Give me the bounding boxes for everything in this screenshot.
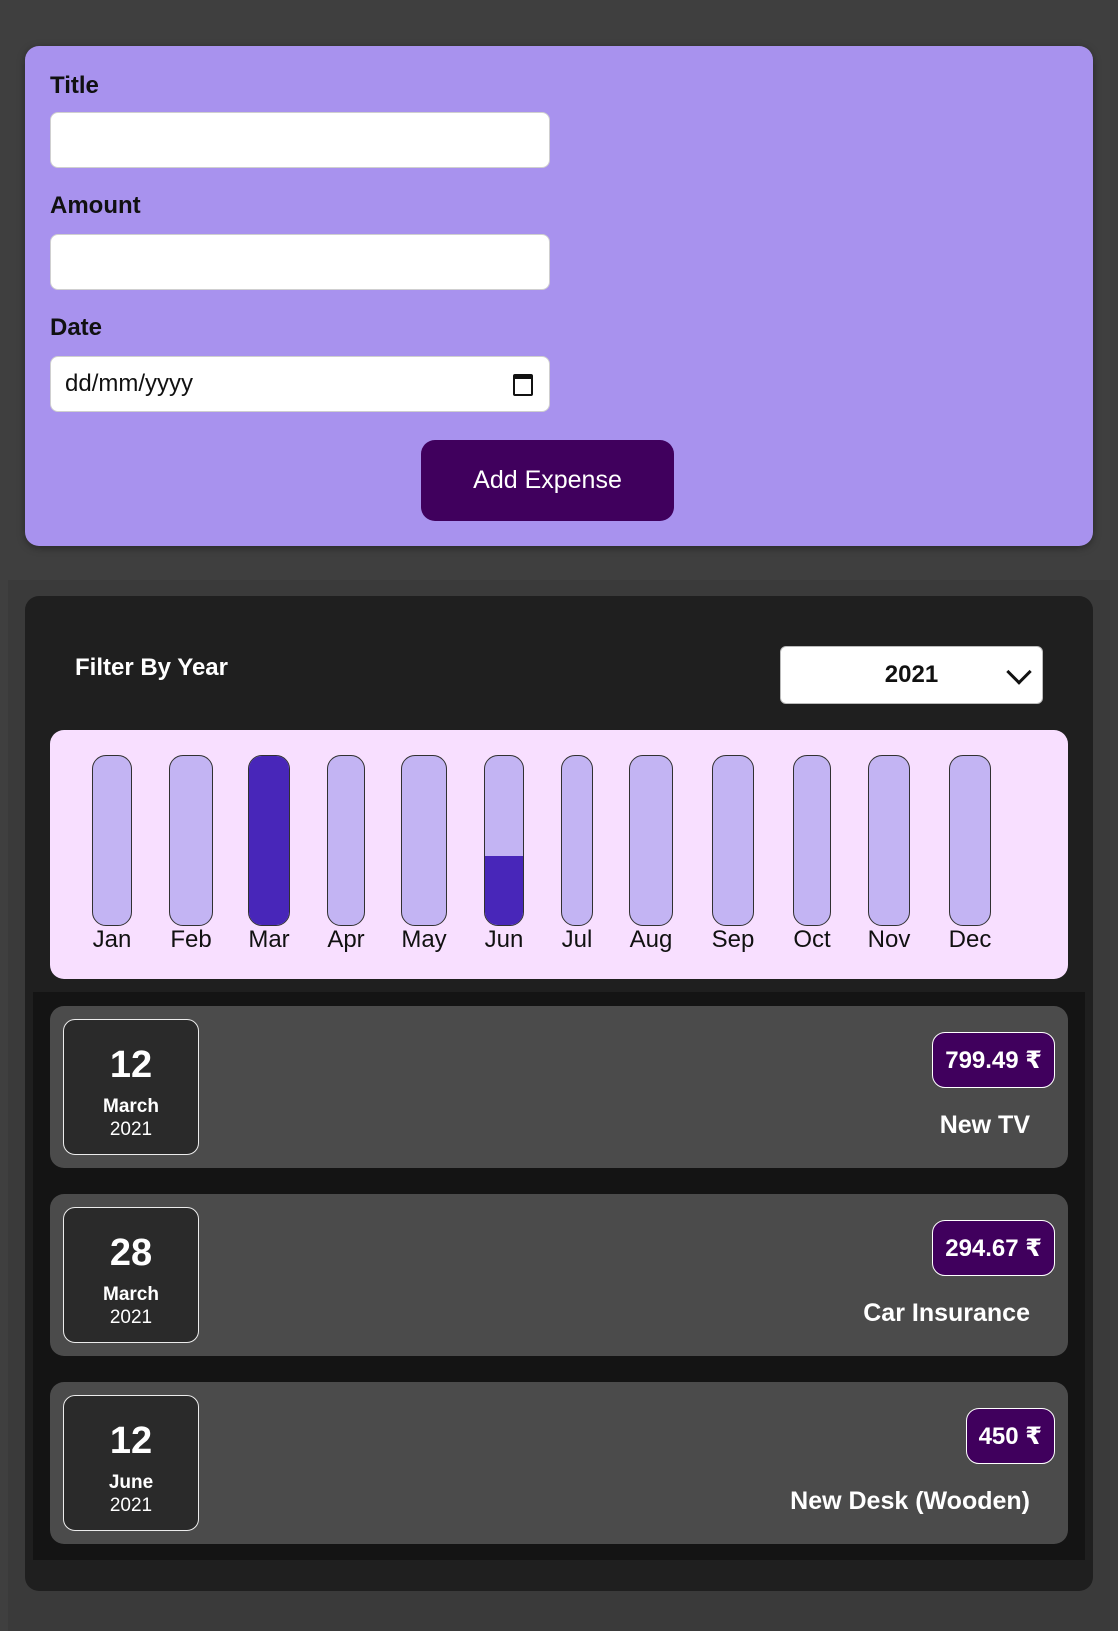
chart-bar-fill: [249, 756, 289, 925]
expenses-chart: Jan Feb Mar Apr May Jun Jul Aug Sep Oct Nov Dec: [50, 730, 1068, 979]
chart-bar-track: [248, 755, 290, 926]
year-filter-value: 2021: [884, 661, 939, 688]
expense-item: 12 March 2021 799.49 ₹ New TV: [50, 1006, 1068, 1168]
calendar-icon[interactable]: [513, 374, 533, 396]
expense-price-badge: 294.67 ₹: [932, 1220, 1055, 1276]
expenses-card: Filter By Year 2021 Jan Feb Mar Apr May Jun Ju…: [25, 596, 1093, 1591]
chart-bar-track: [169, 755, 213, 926]
title-input[interactable]: [50, 112, 550, 168]
expense-date-year: 2021: [109, 1495, 153, 1516]
expense-date: 28 March 2021: [63, 1207, 199, 1343]
new-expense-form: Title Amount Date dd/mm/yyyy Add Expense: [25, 46, 1093, 546]
amount-input[interactable]: [50, 234, 550, 290]
chart-bar-track: [484, 755, 524, 926]
chart-bar-label: Jan: [92, 926, 132, 953]
chevron-down-icon: [1006, 659, 1032, 685]
chart-bar-track: [868, 755, 910, 926]
chart-bar-track: [327, 755, 365, 926]
chart-bar-label: May: [401, 926, 447, 953]
chart-bar-track: [401, 755, 447, 926]
expense-date-month: March: [103, 1284, 159, 1305]
expense-price-badge: 450 ₹: [965, 1408, 1055, 1464]
expense-date-year: 2021: [109, 1307, 153, 1328]
date-input[interactable]: dd/mm/yyyy: [50, 356, 550, 412]
expense-date-month: June: [108, 1472, 154, 1493]
chart-bar-label: Jul: [561, 926, 593, 953]
expense-date-year: 2021: [109, 1119, 153, 1140]
expense-title: Car Insurance: [863, 1299, 1030, 1327]
expense-item: 28 March 2021 294.67 ₹ Car Insurance: [50, 1194, 1068, 1356]
expense-date-day: 12: [109, 1044, 153, 1086]
amount-label: Amount: [50, 192, 141, 219]
expense-title: New Desk (Wooden): [790, 1487, 1030, 1515]
chart-bar-label: Sep: [711, 926, 755, 953]
expense-date: 12 June 2021: [63, 1395, 199, 1531]
expense-date-day: 12: [109, 1420, 153, 1462]
expense-date: 12 March 2021: [63, 1019, 199, 1155]
expense-title: New TV: [939, 1111, 1030, 1139]
chart-bar-label: Mar: [248, 926, 290, 953]
year-filter-select[interactable]: 2021: [780, 646, 1043, 704]
chart-bar-track: [949, 755, 991, 926]
chart-bar-label: Aug: [629, 926, 673, 953]
expense-date-month: March: [103, 1096, 159, 1117]
title-label: Title: [50, 72, 99, 99]
chart-bar-fill: [485, 855, 523, 925]
chart-bar-track: [561, 755, 593, 926]
expense-item: 12 June 2021 450 ₹ New Desk (Wooden): [50, 1382, 1068, 1544]
chart-bar-label: Apr: [327, 926, 365, 953]
chart-bar-label: Jun: [484, 926, 524, 953]
chart-bar-track: [712, 755, 754, 926]
expense-date-day: 28: [109, 1232, 153, 1274]
expense-price-badge: 799.49 ₹: [932, 1032, 1055, 1088]
chart-bar-label: Dec: [948, 926, 992, 953]
add-expense-button[interactable]: Add Expense: [421, 440, 674, 521]
chart-bar-label: Feb: [170, 926, 212, 953]
filter-label: Filter By Year: [75, 654, 228, 681]
chart-bar-label: Nov: [867, 926, 911, 953]
chart-bar-track: [793, 755, 831, 926]
date-input-placeholder: dd/mm/yyyy: [65, 370, 194, 397]
chart-bar-track: [92, 755, 132, 926]
date-label: Date: [50, 314, 103, 341]
chart-bar-track: [629, 755, 673, 926]
chart-bar-label: Oct: [793, 926, 831, 953]
